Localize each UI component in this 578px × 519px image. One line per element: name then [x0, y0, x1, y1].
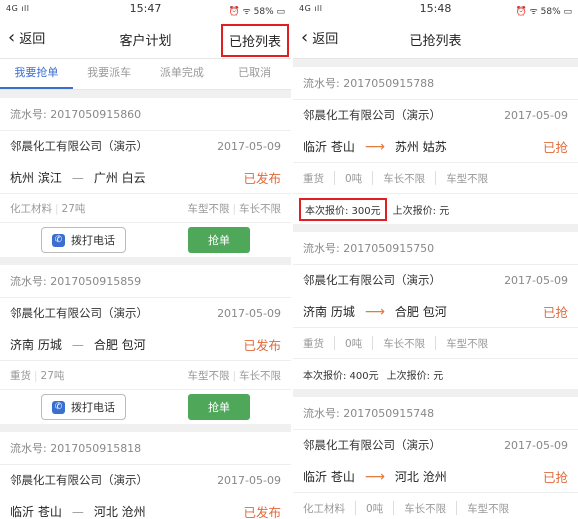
cargo-weight: 0吨 [345, 337, 363, 350]
route-from: 临沂 苍山 [303, 139, 355, 154]
phone-icon: ✆ [52, 400, 65, 414]
tab-dispatch[interactable]: 我要派车 [73, 59, 146, 89]
status-badge: 已发布 [243, 170, 281, 186]
cargo-type: 重货 [10, 369, 31, 382]
order-date: 2017-05-09 [504, 438, 568, 452]
company-name: 邻晨化工有限公司（演示） [303, 438, 441, 452]
company-name: 邻晨化工有限公司（演示） [303, 108, 441, 122]
route-from: 济南 历城 [10, 337, 62, 352]
route-to: 合肥 包河 [394, 304, 447, 319]
cargo-type: 化工材料 [10, 202, 52, 215]
serial-number: 流水号: 2017050915860 [0, 98, 291, 131]
battery-indicator: ⏰ ᯤ 58% ▭ [515, 7, 572, 17]
route-to: 广州 白云 [93, 170, 146, 185]
tab-bar: 我要抢单 我要派车 派单完成 已取消 [0, 59, 291, 90]
serial-number: 流水号: 2017050915788 [293, 67, 578, 100]
route-dash: — [71, 504, 84, 519]
last-quote: 上次报价: 元 [386, 370, 444, 382]
status-badge: 已发布 [243, 504, 281, 519]
arrow-right-icon: ⟶ [364, 138, 385, 155]
company-name: 邻晨化工有限公司（演示） [10, 473, 148, 487]
nav-bar: ‹ 返回 已抢列表 [293, 20, 578, 59]
order-date: 2017-05-09 [217, 473, 281, 487]
call-label: 拨打电话 [71, 401, 115, 414]
status-badge: 已抢 [542, 139, 568, 155]
grabbed-order-card[interactable]: 流水号: 2017050915748 邻晨化工有限公司（演示） 2017-05-… [293, 397, 578, 519]
cargo-weight: 27吨 [61, 202, 86, 215]
arrow-right-icon: ⟶ [364, 468, 385, 485]
vehicle-length: 车长不限 [239, 202, 281, 215]
nav-bar: ‹ 返回 客户计划 已抢列表 [0, 20, 291, 59]
cargo-type: 重货 [303, 172, 324, 185]
route-from: 济南 历城 [303, 304, 355, 319]
vehicle-type: 车型不限 [467, 502, 510, 515]
status-badge: 已抢 [542, 469, 568, 485]
right-screen: 4G ıll 15:48 ⏰ ᯤ 58% ▭ ‹ 返回 已抢列表 流水号: 20… [293, 0, 578, 519]
vehicle-length: 车长不限 [404, 502, 447, 515]
tab-completed[interactable]: 派单完成 [146, 59, 219, 89]
status-bar: 4G ıll 15:48 ⏰ ᯤ 58% ▭ [293, 0, 578, 20]
vehicle-length: 车长不限 [383, 337, 426, 350]
arrow-right-icon: ⟶ [364, 303, 385, 320]
vehicle-length: 车长不限 [383, 172, 426, 185]
grabbed-order-card[interactable]: 流水号: 2017050915788 邻晨化工有限公司（演示） 2017-05-… [293, 67, 578, 224]
serial-number: 流水号: 2017050915818 [0, 432, 291, 465]
route-to: 河北 沧州 [93, 504, 146, 519]
route-to: 河北 沧州 [394, 469, 447, 484]
order-date: 2017-05-09 [217, 306, 281, 320]
call-label: 拨打电话 [71, 234, 115, 247]
order-card[interactable]: 流水号: 2017050915860 邻晨化工有限公司（演示） 2017-05-… [0, 98, 291, 257]
route-from: 临沂 苍山 [303, 469, 355, 484]
order-card[interactable]: 流水号: 2017050915818 邻晨化工有限公司（演示） 2017-05-… [0, 432, 291, 519]
route-dash: — [71, 337, 84, 352]
grabbed-order-card[interactable]: 流水号: 2017050915750 邻晨化工有限公司（演示） 2017-05-… [293, 232, 578, 389]
battery-indicator: ⏰ ᯤ 58% ▭ [228, 7, 285, 17]
route-to: 苏州 姑苏 [394, 139, 447, 154]
route-from: 杭州 滨江 [10, 170, 62, 185]
route-to: 合肥 包河 [93, 337, 146, 352]
serial-number: 流水号: 2017050915750 [293, 232, 578, 265]
vehicle-length: 车长不限 [239, 369, 281, 382]
left-screen: 4G ıll 15:47 ⏰ ᯤ 58% ▭ ‹ 返回 客户计划 已抢列表 我要… [0, 0, 291, 519]
company-name: 邻晨化工有限公司（演示） [303, 273, 441, 287]
phone-icon: ✆ [52, 233, 65, 247]
vehicle-type: 车型不限 [446, 172, 489, 185]
grab-order-button[interactable]: 抢单 [188, 394, 250, 420]
route-from: 临沂 苍山 [10, 504, 62, 519]
status-badge: 已抢 [542, 304, 568, 320]
serial-number: 流水号: 2017050915748 [293, 397, 578, 430]
vehicle-type: 车型不限 [446, 337, 489, 350]
call-button[interactable]: ✆ 拨打电话 [41, 227, 126, 253]
company-name: 邻晨化工有限公司（演示） [10, 306, 148, 320]
last-quote: 上次报价: 元 [392, 205, 450, 217]
page-title: 已抢列表 [409, 34, 462, 49]
call-button[interactable]: ✆ 拨打电话 [41, 394, 126, 420]
order-date: 2017-05-09 [217, 139, 281, 153]
tab-grab-order[interactable]: 我要抢单 [0, 59, 73, 89]
this-quote: 本次报价: 400元 [303, 370, 379, 382]
status-bar: 4G ıll 15:47 ⏰ ᯤ 58% ▭ [0, 0, 291, 20]
route-dash: — [71, 170, 84, 185]
company-name: 邻晨化工有限公司（演示） [10, 139, 148, 153]
status-badge: 已发布 [243, 337, 281, 353]
this-quote: 本次报价: 300元 [299, 197, 387, 221]
cargo-type: 化工材料 [303, 502, 345, 515]
order-date: 2017-05-09 [504, 108, 568, 122]
tab-cancelled[interactable]: 已取消 [218, 59, 291, 89]
cargo-weight: 0吨 [366, 502, 384, 515]
serial-number: 流水号: 2017050915859 [0, 265, 291, 298]
order-date: 2017-05-09 [504, 273, 568, 287]
grab-order-button[interactable]: 抢单 [188, 227, 250, 253]
order-card[interactable]: 流水号: 2017050915859 邻晨化工有限公司（演示） 2017-05-… [0, 265, 291, 424]
cargo-weight: 27吨 [40, 369, 65, 382]
vehicle-type: 车型不限 [187, 369, 230, 382]
grabbed-list-button[interactable]: 已抢列表 [220, 24, 289, 57]
cargo-weight: 0吨 [345, 172, 363, 185]
vehicle-type: 车型不限 [187, 202, 230, 215]
cargo-type: 重货 [303, 337, 324, 350]
